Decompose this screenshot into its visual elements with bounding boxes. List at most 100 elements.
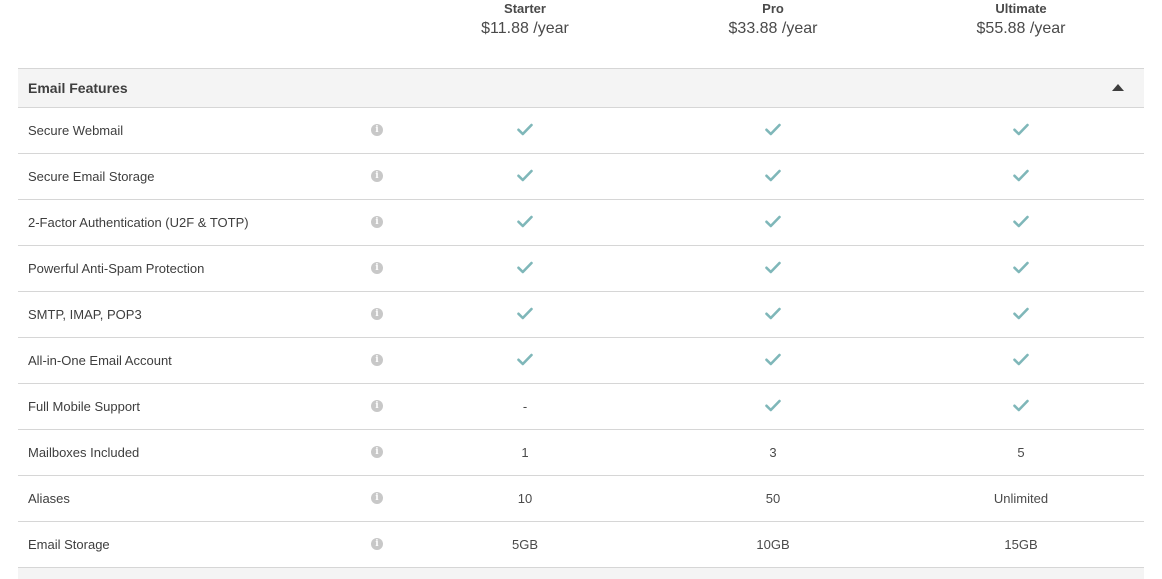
table-row: Secure Webmail [18, 108, 1144, 154]
plan-cell: 1 [415, 430, 635, 475]
check-icon [517, 307, 533, 320]
plan-price: $55.88 /year [976, 20, 1066, 37]
info-icon[interactable] [371, 262, 383, 274]
cell-value: 10GB [756, 537, 790, 552]
section-title: Email Features [28, 80, 128, 96]
feature-name: 2-Factor Authentication (U2F & TOTP) [28, 215, 249, 230]
info-icon[interactable] [371, 216, 383, 228]
plan-cell [415, 246, 635, 291]
plan-pro: Pro $33.88 /year [663, 0, 883, 38]
plan-cell: - [415, 384, 635, 429]
check-icon [765, 123, 781, 136]
check-icon [765, 399, 781, 412]
table-row: All-in-One Email Account [18, 338, 1144, 384]
check-icon [517, 123, 533, 136]
plan-cell [415, 338, 635, 383]
plan-cell [663, 292, 883, 337]
plan-cell: 5 [911, 430, 1131, 475]
cell-value: 3 [769, 445, 777, 460]
check-icon [1013, 261, 1029, 274]
table-row: Aliases 10 50 Unlimited [18, 476, 1144, 522]
plan-cell: 10 [415, 476, 635, 521]
plan-cell [663, 108, 883, 153]
feature-name: Secure Email Storage [28, 169, 155, 184]
plan-price: $11.88 /year [481, 20, 569, 37]
plan-cell [415, 200, 635, 245]
check-icon [765, 169, 781, 182]
plan-cell: 5GB [415, 522, 635, 567]
check-icon [517, 215, 533, 228]
check-icon [1013, 399, 1029, 412]
plan-cell [911, 200, 1131, 245]
check-icon [1013, 307, 1029, 320]
plan-cell [911, 292, 1131, 337]
info-icon[interactable] [371, 492, 383, 504]
plan-cell [911, 384, 1131, 429]
check-icon [1013, 169, 1029, 182]
check-icon [1013, 123, 1029, 136]
plans-header: Starter $11.88 /year Pro $33.88 /year Ul… [0, 0, 1162, 68]
info-icon[interactable] [371, 170, 383, 182]
info-icon[interactable] [371, 124, 383, 136]
check-icon [765, 307, 781, 320]
plan-price: $33.88 /year [728, 20, 818, 37]
plan-cell: 15GB [911, 522, 1131, 567]
feature-name: Powerful Anti-Spam Protection [28, 261, 205, 276]
plan-cell [415, 154, 635, 199]
plan-cell [911, 338, 1131, 383]
table-row: SMTP, IMAP, POP3 [18, 292, 1144, 338]
cell-value: Unlimited [993, 491, 1049, 506]
table-row: Mailboxes Included 1 3 5 [18, 430, 1144, 476]
info-icon[interactable] [371, 446, 383, 458]
table-row: Powerful Anti-Spam Protection [18, 246, 1144, 292]
feature-name: All-in-One Email Account [28, 353, 172, 368]
check-icon [765, 215, 781, 228]
check-icon [1013, 215, 1029, 228]
cell-value: 5 [1017, 445, 1025, 460]
plan-cell [663, 246, 883, 291]
plan-ultimate: Ultimate $55.88 /year [911, 0, 1131, 38]
feature-name: Email Storage [28, 537, 110, 552]
table-row: Full Mobile Support - [18, 384, 1144, 430]
next-section-header [18, 568, 1144, 579]
feature-name: Full Mobile Support [28, 399, 140, 414]
plan-cell: 10GB [663, 522, 883, 567]
cell-value: 15GB [1004, 537, 1038, 552]
plan-name: Pro [762, 1, 784, 16]
cell-value: 5GB [511, 537, 538, 552]
feature-name: Mailboxes Included [28, 445, 140, 460]
plan-cell [911, 154, 1131, 199]
info-icon[interactable] [371, 400, 383, 412]
pricing-comparison-page: Starter $11.88 /year Pro $33.88 /year Ul… [0, 0, 1162, 579]
plan-cell [663, 200, 883, 245]
plan-name: Starter [504, 1, 546, 16]
feature-name: Secure Webmail [28, 123, 124, 138]
feature-rows: Secure Webmail Secure Email Storage 2-Fact… [18, 108, 1144, 568]
plan-cell [415, 108, 635, 153]
cell-value: 50 [765, 491, 781, 506]
check-icon [765, 353, 781, 366]
plan-cell: Unlimited [911, 476, 1131, 521]
check-icon [765, 261, 781, 274]
plan-cell [663, 338, 883, 383]
info-icon[interactable] [371, 354, 383, 366]
plan-cell [663, 154, 883, 199]
plan-starter: Starter $11.88 /year [415, 0, 635, 38]
plan-name: Ultimate [995, 1, 1047, 16]
plan-cell [911, 108, 1131, 153]
feature-name: Aliases [28, 491, 70, 506]
check-icon [517, 261, 533, 274]
check-icon [517, 353, 533, 366]
info-icon[interactable] [371, 538, 383, 550]
plan-cell: 3 [663, 430, 883, 475]
plan-cell [663, 384, 883, 429]
plan-cell [911, 246, 1131, 291]
check-icon [517, 169, 533, 182]
check-icon [1013, 353, 1029, 366]
section-header[interactable]: Email Features [18, 69, 1144, 108]
info-icon[interactable] [371, 308, 383, 320]
cell-value: 1 [521, 445, 529, 460]
collapse-arrow-icon[interactable] [1112, 84, 1124, 91]
cell-value: 10 [517, 491, 533, 506]
plan-cell [415, 292, 635, 337]
